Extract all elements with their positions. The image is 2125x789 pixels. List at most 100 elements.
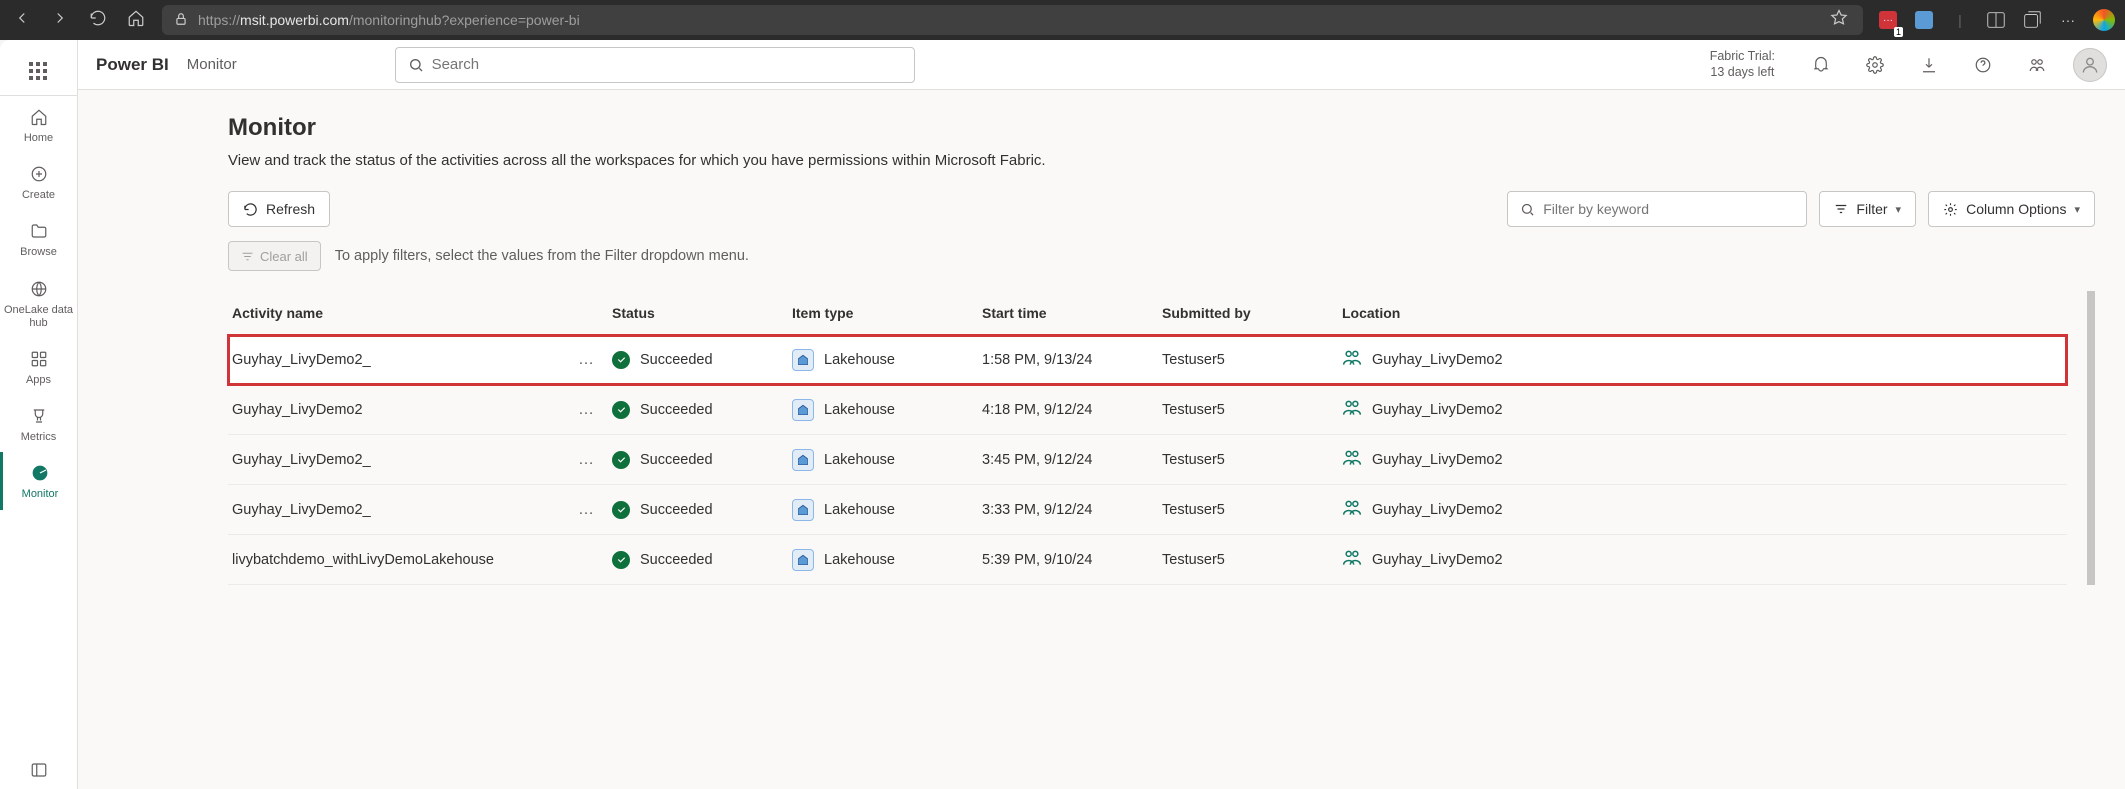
browser-toolbar: https://msit.powerbi.com/monitoringhub?e…: [0, 0, 2125, 40]
filter-button[interactable]: Filter ▾: [1819, 191, 1916, 227]
left-nav-rail: Home Create Browse OneLake data hub Apps…: [0, 40, 78, 789]
filter-keyword-box[interactable]: [1507, 191, 1807, 227]
clear-icon: [241, 250, 254, 263]
sidebar-item-browse[interactable]: Browse: [0, 210, 78, 267]
lakehouse-icon: [792, 399, 814, 421]
item-type: Lakehouse: [824, 552, 895, 568]
apps-icon: [28, 348, 50, 370]
gear-icon: [1943, 202, 1958, 217]
status-text: Succeeded: [640, 352, 713, 368]
trophy-icon: [28, 405, 50, 427]
clear-all-button: Clear all: [228, 241, 321, 271]
page-description: View and track the status of the activit…: [228, 152, 2095, 169]
sidebar-item-label: OneLake data hub: [0, 304, 78, 330]
collections-icon[interactable]: [2021, 9, 2043, 31]
table-row[interactable]: Guyhay_LivyDemo2 … Succeeded Lakehouse 4…: [228, 385, 2067, 435]
home-icon: [28, 106, 50, 128]
submitted-by: Testuser5: [1162, 552, 1342, 568]
col-activity[interactable]: Activity name: [232, 305, 612, 321]
column-options-button[interactable]: Column Options ▾: [1928, 191, 2095, 227]
brand-label[interactable]: Power BI: [96, 55, 169, 75]
global-search[interactable]: [395, 47, 915, 83]
table-row[interactable]: Guyhay_LivyDemo2_ … Succeeded Lakehouse …: [228, 485, 2067, 535]
extension-icon[interactable]: ···1: [1877, 9, 1899, 31]
star-icon[interactable]: [1827, 9, 1851, 32]
table-row[interactable]: livybatchdemo_withLivyDemoLakehouse Succ…: [228, 535, 2067, 585]
sidebar-item-create[interactable]: Create: [0, 153, 78, 210]
sidebar-item-label: Browse: [20, 246, 57, 259]
status-success-icon: [612, 351, 630, 369]
workspace-icon: [1342, 348, 1362, 372]
sidebar-item-apps[interactable]: Apps: [0, 338, 78, 395]
forward-icon[interactable]: [48, 9, 72, 32]
extension2-icon[interactable]: [1913, 9, 1935, 31]
sidebar-item-monitor[interactable]: Monitor: [0, 452, 78, 509]
back-icon[interactable]: [10, 9, 34, 32]
row-more-icon[interactable]: …: [578, 351, 594, 369]
row-more-icon[interactable]: …: [578, 401, 594, 419]
help-icon[interactable]: [1965, 47, 2001, 83]
start-time: 5:39 PM, 9/10/24: [982, 552, 1162, 568]
location-name: Guyhay_LivyDemo2: [1372, 452, 1503, 468]
filter-icon: [1834, 202, 1848, 216]
location-name: Guyhay_LivyDemo2: [1372, 552, 1503, 568]
globe-icon: [28, 278, 50, 300]
status-success-icon: [612, 551, 630, 569]
col-submittedby[interactable]: Submitted by: [1162, 305, 1342, 321]
more-icon[interactable]: ···: [2057, 9, 2079, 31]
start-time: 3:45 PM, 9/12/24: [982, 452, 1162, 468]
lakehouse-icon: [792, 349, 814, 371]
chevron-down-icon: ▾: [1896, 203, 1902, 216]
settings-icon[interactable]: [1857, 47, 1893, 83]
col-starttime[interactable]: Start time: [982, 305, 1162, 321]
user-avatar[interactable]: [2073, 48, 2107, 82]
sidebar-item-label: Monitor: [22, 488, 59, 501]
waffle-icon: [29, 62, 49, 82]
reload-icon[interactable]: [86, 9, 110, 32]
breadcrumb[interactable]: Monitor: [187, 56, 237, 73]
sidebar-item-label: Metrics: [21, 431, 56, 444]
table-row[interactable]: Guyhay_LivyDemo2_ … Succeeded Lakehouse …: [228, 435, 2067, 485]
submitted-by: Testuser5: [1162, 502, 1342, 518]
home-icon[interactable]: [124, 9, 148, 32]
sidebar-item-label: Apps: [26, 374, 51, 387]
activity-name: Guyhay_LivyDemo2_: [232, 352, 371, 368]
refresh-button[interactable]: Refresh: [228, 191, 330, 227]
refresh-icon: [243, 202, 258, 217]
app-launcher[interactable]: [0, 48, 78, 96]
location-name: Guyhay_LivyDemo2: [1372, 352, 1503, 368]
workspace-icon: [1342, 448, 1362, 472]
download-icon[interactable]: [1911, 47, 1947, 83]
row-more-icon[interactable]: …: [578, 451, 594, 469]
page-content: Monitor View and track the status of the…: [78, 90, 2125, 789]
row-more-icon[interactable]: …: [578, 501, 594, 519]
location-name: Guyhay_LivyDemo2: [1372, 502, 1503, 518]
item-type: Lakehouse: [824, 352, 895, 368]
sidebar-item-metrics[interactable]: Metrics: [0, 395, 78, 452]
copilot-icon[interactable]: [2093, 9, 2115, 31]
chevron-down-icon: ▾: [2074, 203, 2080, 216]
col-itemtype[interactable]: Item type: [792, 305, 982, 321]
feedback-icon[interactable]: [2019, 47, 2055, 83]
activity-name: Guyhay_LivyDemo2_: [232, 502, 371, 518]
filter-keyword-input[interactable]: [1543, 201, 1794, 217]
col-location[interactable]: Location: [1342, 305, 2063, 321]
sidebar-item-workspaces[interactable]: [0, 749, 78, 789]
sidebar-item-onelake[interactable]: OneLake data hub: [0, 268, 78, 338]
search-input[interactable]: [432, 56, 902, 73]
sidebar-item-home[interactable]: Home: [0, 96, 78, 153]
status-success-icon: [612, 501, 630, 519]
radar-icon: [29, 462, 51, 484]
status-text: Succeeded: [640, 452, 713, 468]
plus-circle-icon: [28, 163, 50, 185]
status-text: Succeeded: [640, 402, 713, 418]
col-status[interactable]: Status: [612, 305, 792, 321]
table-row[interactable]: Guyhay_LivyDemo2_ … Succeeded Lakehouse …: [228, 335, 2067, 385]
notifications-icon[interactable]: [1803, 47, 1839, 83]
sidebar-item-label: Home: [24, 132, 53, 145]
split-icon[interactable]: [1985, 9, 2007, 31]
workspace-icon: [1342, 548, 1362, 572]
sidebar-item-label: Create: [22, 189, 55, 202]
address-bar[interactable]: https://msit.powerbi.com/monitoringhub?e…: [162, 5, 1863, 35]
trial-status[interactable]: Fabric Trial: 13 days left: [1710, 49, 1775, 80]
